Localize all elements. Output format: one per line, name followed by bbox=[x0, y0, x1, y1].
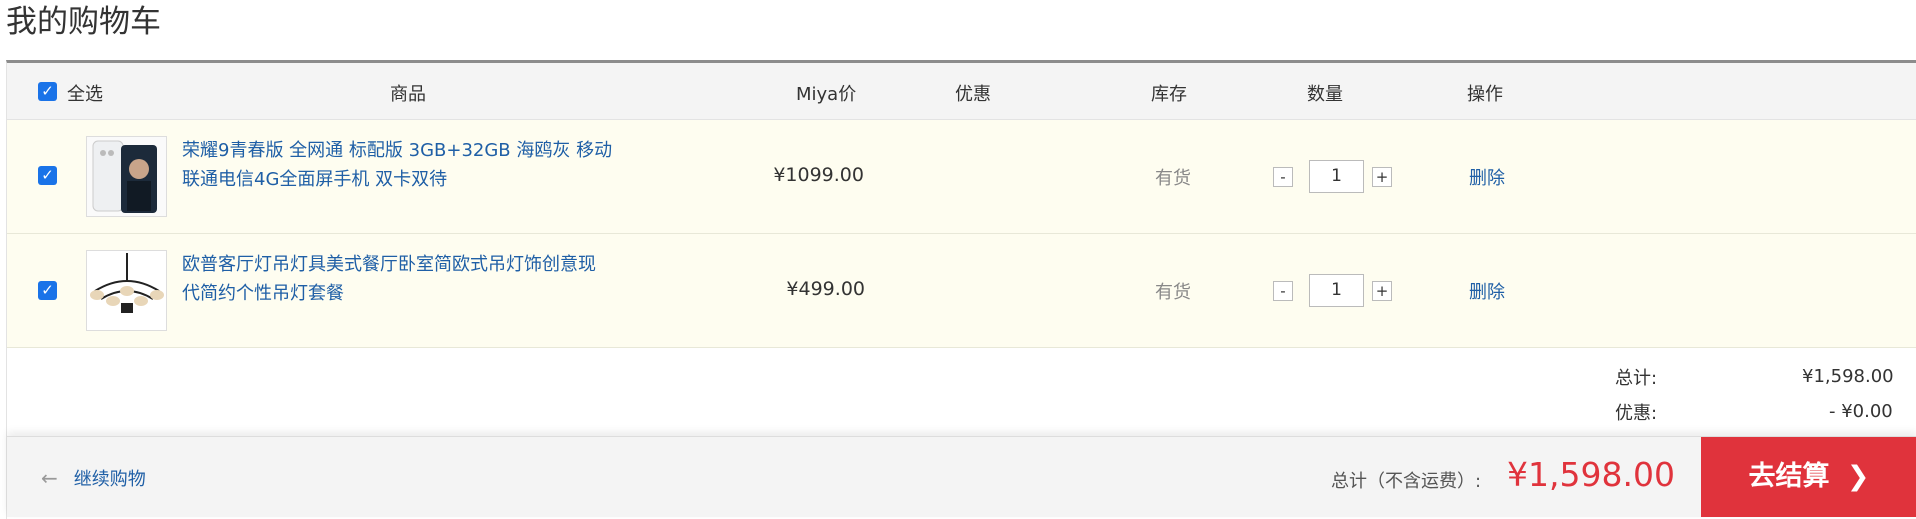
item-price: ¥1099.00 bbox=[773, 164, 864, 186]
cart-footer: ← 继续购物 总计（不含运费）: ¥1,598.00 去结算 ❯ bbox=[7, 436, 1916, 517]
grand-total-label: 总计（不含运费）: bbox=[1331, 471, 1482, 492]
cart-item-row: ✓ 欧普客厅灯吊灯具美式餐厅卧室简欧式吊灯饰创意现 代简约个性吊灯套餐 ¥499… bbox=[7, 234, 1916, 348]
qty-minus-button[interactable]: - bbox=[1273, 281, 1293, 301]
item-checkbox[interactable]: ✓ bbox=[38, 166, 57, 185]
grand-total-value: ¥1,598.00 bbox=[1507, 455, 1675, 494]
summary-total-label: 总计: bbox=[1615, 368, 1658, 389]
select-all-checkbox[interactable]: ✓ bbox=[38, 82, 57, 101]
qty-plus-button[interactable]: + bbox=[1372, 167, 1392, 187]
product-image-chandelier[interactable] bbox=[86, 250, 167, 331]
product-name-link[interactable]: 欧普客厅灯吊灯具美式餐厅卧室简欧式吊灯饰创意现 代简约个性吊灯套餐 bbox=[182, 250, 632, 308]
col-discount: 优惠 bbox=[955, 84, 991, 105]
col-action: 操作 bbox=[1467, 84, 1503, 105]
checkout-button[interactable]: 去结算 ❯ bbox=[1701, 437, 1916, 517]
item-stock: 有货 bbox=[1155, 282, 1191, 303]
arrow-left-icon: ← bbox=[41, 466, 58, 490]
qty-minus-button[interactable]: - bbox=[1273, 167, 1293, 187]
summary-discount-label: 优惠: bbox=[1615, 403, 1658, 424]
col-stock: 库存 bbox=[1151, 84, 1187, 105]
qty-input[interactable]: 1 bbox=[1309, 160, 1364, 193]
product-name-line2: 联通电信4G全面屏手机 双卡双待 bbox=[182, 169, 448, 190]
item-stock: 有货 bbox=[1155, 168, 1191, 189]
chevron-right-icon: ❯ bbox=[1846, 461, 1870, 492]
delete-link[interactable]: 删除 bbox=[1469, 278, 1505, 304]
cart-table: ✓ 全选 商品 Miya价 优惠 库存 数量 操作 ✓ 荣耀9青春版 全网通 标… bbox=[6, 60, 1916, 519]
col-price: Miya价 bbox=[796, 84, 857, 105]
continue-shopping-link[interactable]: ← 继续购物 bbox=[41, 465, 146, 491]
product-name-line2: 代简约个性吊灯套餐 bbox=[182, 283, 344, 304]
product-name-line1: 荣耀9青春版 全网通 标配版 3GB+32GB 海鸥灰 移动 bbox=[182, 140, 613, 161]
qty-input[interactable]: 1 bbox=[1309, 274, 1364, 307]
page-title: 我的购物车 bbox=[6, 4, 161, 40]
item-price: ¥499.00 bbox=[786, 278, 865, 300]
cart-item-row: ✓ 荣耀9青春版 全网通 标配版 3GB+32GB 海鸥灰 移动 联通电信4G全… bbox=[7, 120, 1916, 234]
product-image-phone[interactable] bbox=[86, 136, 167, 217]
delete-link[interactable]: 删除 bbox=[1469, 164, 1505, 190]
checkout-label: 去结算 bbox=[1748, 461, 1830, 492]
qty-plus-button[interactable]: + bbox=[1372, 281, 1392, 301]
product-name-line1: 欧普客厅灯吊灯具美式餐厅卧室简欧式吊灯饰创意现 bbox=[182, 254, 596, 275]
cart-header: ✓ 全选 商品 Miya价 优惠 库存 数量 操作 bbox=[7, 63, 1916, 120]
continue-shopping-label: 继续购物 bbox=[73, 469, 146, 490]
summary-total-value: ¥1,598.00 bbox=[1802, 366, 1894, 387]
col-qty: 数量 bbox=[1307, 84, 1343, 105]
col-product: 商品 bbox=[390, 84, 426, 105]
select-all-label: 全选 bbox=[67, 84, 103, 105]
product-name-link[interactable]: 荣耀9青春版 全网通 标配版 3GB+32GB 海鸥灰 移动 联通电信4G全面屏… bbox=[182, 136, 632, 194]
summary-discount-value: - ¥0.00 bbox=[1829, 401, 1893, 422]
item-checkbox[interactable]: ✓ bbox=[38, 281, 57, 300]
